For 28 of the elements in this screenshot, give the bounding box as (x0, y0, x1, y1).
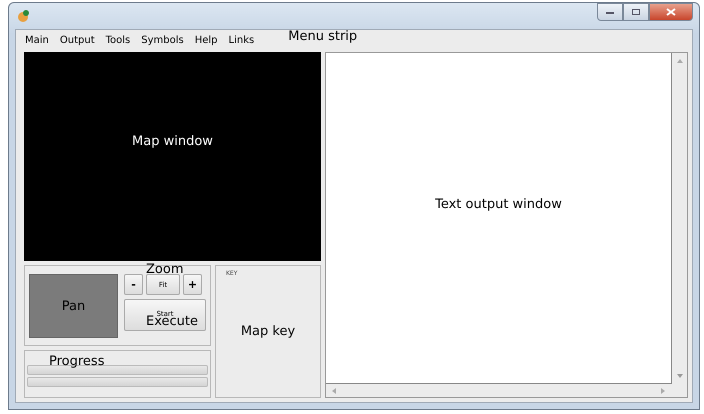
pin-icon (17, 9, 31, 23)
menu-item[interactable]: Tools (100, 34, 136, 46)
maximize-button[interactable] (623, 3, 649, 21)
annotation-label: Execute (146, 314, 198, 329)
menu-item[interactable]: Main (20, 34, 54, 46)
annotation-label: Pan (62, 298, 86, 314)
zoom-button[interactable]: - (124, 274, 143, 295)
annotation-label: Map window (132, 134, 213, 149)
pan-area[interactable]: Pan (29, 274, 118, 338)
scroll-left-icon[interactable] (332, 388, 336, 394)
scroll-right-icon[interactable] (661, 388, 665, 394)
annotation-label: Progress (49, 354, 104, 369)
zoom-button[interactable]: + (183, 274, 202, 295)
annotation-label: Text output window (435, 196, 562, 212)
annotation-label: Menu strip (288, 28, 358, 44)
minimize-icon (605, 9, 615, 15)
close-icon (666, 8, 676, 16)
menu-item[interactable]: Help (190, 34, 223, 46)
scroll-down-icon[interactable] (676, 374, 682, 378)
annotation-label: Map key (240, 324, 296, 339)
minimize-button[interactable] (597, 3, 623, 21)
menu-item[interactable]: Symbols (136, 34, 189, 46)
annotation-label: Zoom (146, 262, 184, 277)
close-button[interactable] (649, 3, 693, 21)
menu-item[interactable]: Links (224, 34, 260, 46)
menu-item[interactable]: Output (54, 34, 100, 46)
scroll-up-icon[interactable] (676, 59, 682, 63)
maximize-icon (631, 8, 641, 16)
